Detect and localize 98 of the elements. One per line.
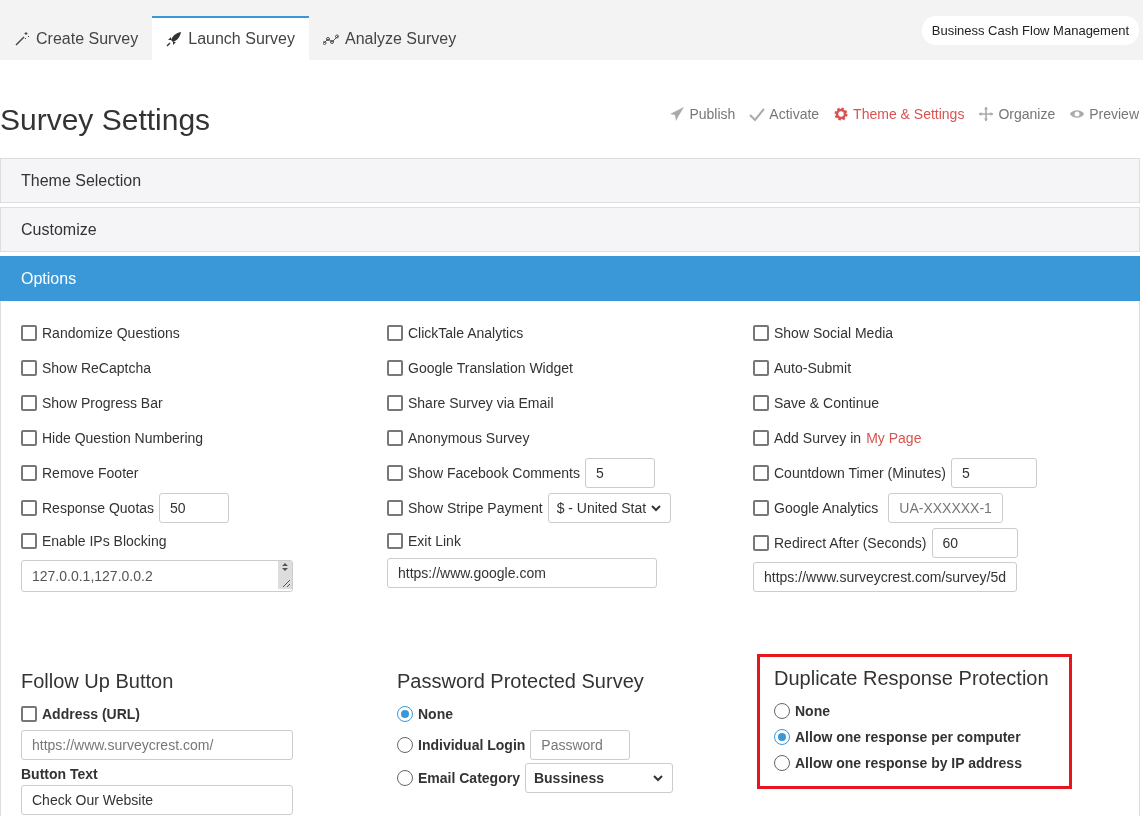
option-label: Auto-Submit (774, 359, 852, 376)
resize-handle-icon[interactable] (278, 561, 292, 589)
radio-button[interactable] (774, 755, 790, 771)
checkbox[interactable] (387, 394, 403, 411)
accordion-header[interactable]: Theme Selection (0, 158, 1140, 203)
option-label: Hide Question Numbering (42, 429, 204, 446)
step-link[interactable]: Organize (978, 106, 1056, 122)
option-label: Randomize Questions (42, 324, 180, 341)
checkbox[interactable] (21, 464, 37, 481)
survey-selector[interactable]: Business Cash Flow Management (921, 16, 1139, 45)
input-field[interactable]: Check Our Website (21, 785, 293, 815)
select-field[interactable]: Bussiness (524, 763, 673, 793)
checkbox[interactable] (753, 534, 769, 551)
option-label: Exit Link (408, 532, 461, 549)
option-label: Enable IPs Blocking (42, 532, 167, 549)
radio-button[interactable] (397, 706, 413, 722)
tab[interactable]: Analyze Survey (309, 16, 471, 60)
input-field[interactable]: https://www.surveycrest.com/survey/5d (753, 562, 1017, 592)
checkbox[interactable] (21, 324, 37, 341)
option-label: Countdown Timer (Minutes) (774, 464, 946, 481)
section-title: Password Protected Survey (397, 670, 645, 693)
checkbox[interactable] (753, 359, 769, 376)
line-chart-icon (323, 31, 339, 47)
radio-label: Individual Login (418, 737, 526, 753)
checkbox[interactable] (21, 429, 37, 446)
option-label: Redirect After (Seconds) (774, 534, 927, 551)
tab[interactable]: Launch Survey (152, 16, 309, 60)
caret-icon (651, 772, 664, 784)
option-label: Google Translation Widget (408, 359, 573, 376)
checkbox[interactable] (387, 532, 403, 549)
input-field[interactable]: 5 (584, 457, 655, 488)
radio-label: Email Category (418, 770, 520, 786)
text-area-value: 127.0.0.1,127.0.0.2 (31, 567, 154, 586)
radio-label: None (418, 706, 453, 722)
option-label: Show Social Media (774, 324, 894, 341)
checkbox[interactable] (387, 464, 403, 481)
checkbox[interactable] (21, 499, 37, 516)
checkbox[interactable] (753, 464, 769, 481)
option-label: Share Survey via Email (408, 394, 554, 411)
option-label: Address (URL) (42, 706, 140, 722)
input-field[interactable]: UA-XXXXXX-1 (888, 492, 1003, 523)
option-label: Show Progress Bar (42, 394, 163, 411)
step-link[interactable]: Activate (749, 106, 820, 122)
text-area[interactable]: 127.0.0.1,127.0.0.2 (21, 560, 293, 592)
select-value: $ - United Stat (556, 499, 647, 516)
settings-icon (833, 106, 850, 122)
page-title: Survey Settings (0, 103, 211, 137)
input-field[interactable]: 5 (950, 457, 1037, 488)
input-field[interactable]: 50 (159, 492, 230, 523)
step-link[interactable]: Publish (669, 106, 736, 122)
tab[interactable]: Create Survey (0, 16, 153, 60)
checkbox[interactable] (21, 359, 37, 376)
radio-button[interactable] (397, 737, 413, 753)
radio-label: Allow one response by IP address (795, 755, 1022, 771)
input-field[interactable]: https://www.google.com (387, 558, 657, 588)
checkbox[interactable] (387, 359, 403, 376)
step-link[interactable]: Preview (1069, 106, 1139, 122)
select-value: Bussiness (533, 770, 604, 786)
checkbox[interactable] (387, 324, 403, 341)
radio-label: None (795, 703, 830, 719)
radio-button[interactable] (774, 729, 790, 745)
radio-button[interactable] (397, 770, 413, 786)
checkbox[interactable] (753, 324, 769, 341)
option-label: Google Analytics (774, 499, 879, 516)
option-label: Anonymous Survey (408, 429, 530, 446)
option-label: Show Facebook Comments (408, 464, 580, 481)
option-label: Save & Continue (774, 394, 880, 411)
section-title: Follow Up Button (21, 670, 175, 693)
paper-plane-icon (669, 106, 686, 122)
check-icon (749, 106, 766, 122)
my-page-link[interactable]: My Page (866, 429, 922, 446)
option-label: Add Survey in (774, 429, 862, 446)
radio-button[interactable] (774, 703, 790, 719)
step-link[interactable]: Theme & Settings (833, 106, 965, 122)
input-field[interactable]: 60 (931, 527, 1018, 558)
checkbox[interactable] (387, 499, 403, 516)
checkbox[interactable] (21, 532, 37, 549)
input-field[interactable]: Password (530, 730, 631, 760)
option-label: Remove Footer (42, 464, 139, 481)
checkbox[interactable] (753, 499, 769, 516)
option-label: Show Stripe Payment (408, 499, 543, 516)
option-label: ClickTale Analytics (408, 324, 524, 341)
checkbox[interactable] (753, 429, 769, 446)
field-label: Button Text (21, 766, 99, 782)
section-title: Duplicate Response Protection (774, 667, 1050, 690)
radio-label: Allow one response per computer (795, 729, 1021, 745)
rocket-icon (166, 31, 183, 47)
move-arrows-icon (978, 106, 995, 122)
checkbox[interactable] (21, 394, 37, 411)
select-field[interactable]: $ - United Stat (547, 492, 672, 523)
option-label: Show ReCaptcha (42, 359, 151, 376)
checkbox[interactable] (387, 429, 403, 446)
input-field[interactable]: https://www.surveycrest.com/ (21, 730, 293, 760)
option-label: Response Quotas (42, 499, 155, 516)
accordion-header[interactable]: Customize (0, 207, 1140, 252)
checkbox[interactable] (21, 706, 37, 722)
checkbox[interactable] (753, 394, 769, 411)
wand-icon (14, 31, 30, 47)
